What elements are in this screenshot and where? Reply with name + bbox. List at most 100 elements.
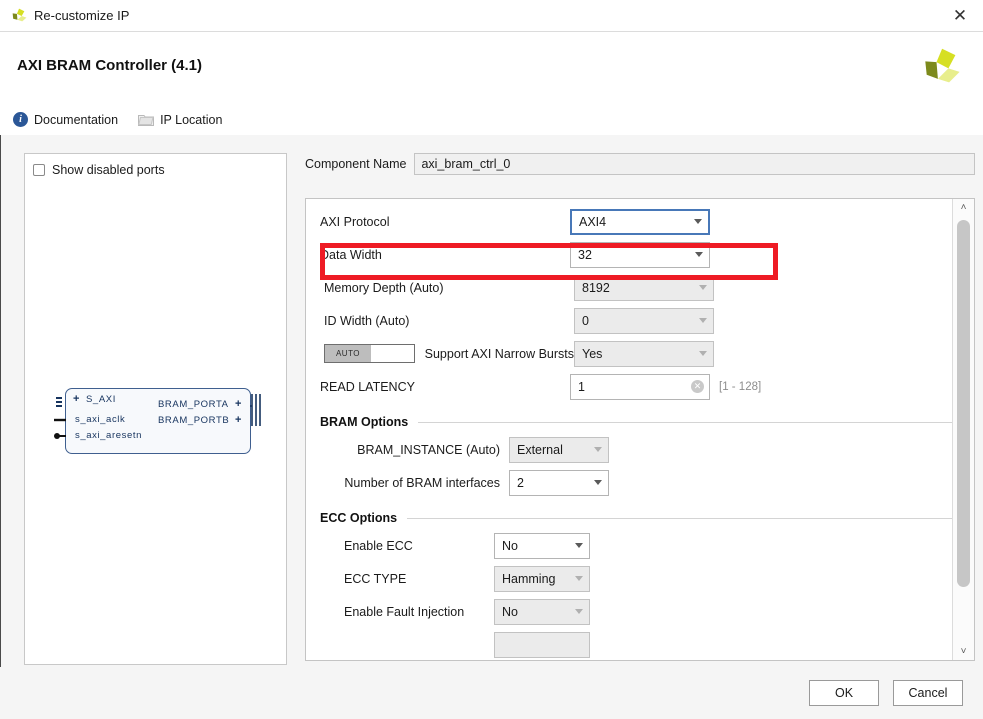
ip-symbol-panel: Show disabled ports + S_AXI s_axi_aclk s…: [24, 153, 287, 665]
field-row-data-width: Data Width 32: [320, 238, 952, 271]
chevron-down-icon: [694, 219, 702, 224]
ecc-type-select: Hamming: [494, 565, 590, 592]
chevron-down-icon: [699, 285, 707, 290]
narrow-bursts-label-group: AUTO Support AXI Narrow Bursts: [320, 344, 574, 363]
field-row-axi-protocol: AXI Protocol AXI4: [320, 205, 952, 238]
field-row-read-latency: READ LATENCY 1 ✕ [1 - 128]: [320, 370, 952, 403]
window-titlebar: Re-customize IP ✕: [0, 0, 983, 32]
s-axi-expand-icon[interactable]: +: [73, 393, 79, 405]
component-name-row: Component Name axi_bram_ctrl_0: [305, 153, 975, 175]
bram-interfaces-label: Number of BRAM interfaces: [344, 475, 500, 490]
data-width-select[interactable]: 32: [570, 241, 710, 268]
narrow-bursts-auto-toggle[interactable]: AUTO: [324, 344, 415, 363]
ecc-type-label: ECC TYPE: [344, 571, 407, 586]
parameters-list: AXI Protocol AXI4 Data Width 32 Memory D…: [306, 199, 952, 660]
port-label-s-axi-aresetn: s_axi_aresetn: [75, 430, 142, 441]
id-width-value: 0: [582, 313, 589, 328]
window-title: Re-customize IP: [34, 8, 130, 23]
narrow-bursts-label: Support AXI Narrow Bursts: [424, 346, 574, 361]
section-rule: [418, 421, 952, 423]
section-bram-options: BRAM Options: [320, 415, 952, 429]
narrow-bursts-value: Yes: [582, 346, 603, 361]
field-row-narrow-bursts: AUTO Support AXI Narrow Bursts Yes: [320, 337, 952, 370]
port-label-s-axi-aclk: s_axi_aclk: [75, 414, 126, 425]
chevron-down-icon: [575, 576, 583, 581]
field-row-ecc-type: ECC TYPE Hamming: [320, 562, 952, 595]
memory-depth-label: Memory Depth (Auto): [324, 280, 444, 295]
close-icon[interactable]: ✕: [937, 0, 983, 31]
bram-interfaces-value: 2: [517, 475, 524, 490]
port-label-bram-porta: BRAM_PORTA: [158, 399, 229, 410]
field-row-bram-instance: BRAM_INSTANCE (Auto) External: [320, 433, 952, 466]
ip-config-panel: Component Name axi_bram_ctrl_0 AXI Proto…: [305, 153, 975, 661]
show-disabled-ports-label: Show disabled ports: [52, 163, 165, 177]
id-width-select: 0: [574, 307, 714, 334]
show-disabled-ports-checkbox[interactable]: [33, 164, 45, 176]
documentation-label: Documentation: [34, 112, 119, 127]
ecc-type-value: Hamming: [502, 571, 556, 586]
auto-toggle-knob: [371, 345, 414, 362]
enable-ecc-value: No: [502, 538, 518, 553]
vertical-scrollbar[interactable]: ˄ ˅: [952, 199, 974, 660]
cancel-button[interactable]: Cancel: [893, 680, 963, 706]
auto-toggle-label: AUTO: [325, 345, 371, 362]
ok-button[interactable]: OK: [809, 680, 879, 706]
chevron-down-icon: [699, 318, 707, 323]
xilinx-logo-icon: [925, 48, 960, 83]
read-latency-label: READ LATENCY: [320, 379, 415, 394]
fault-injection-select: No: [494, 598, 590, 625]
ip-header: AXI BRAM Controller (4.1): [0, 32, 983, 104]
section-title-bram-options: BRAM Options: [320, 415, 409, 429]
ip-block-symbol: + S_AXI s_axi_aclk s_axi_aresetn BRAM_PO…: [53, 384, 265, 464]
bram-interfaces-select[interactable]: 2: [509, 469, 609, 496]
component-name-label: Component Name: [305, 157, 407, 171]
chevron-down-icon: [594, 480, 602, 485]
folder-icon: [138, 115, 155, 126]
section-rule: [407, 517, 952, 519]
axi-protocol-value: AXI4: [579, 214, 607, 229]
bram-instance-value: External: [517, 442, 563, 457]
data-width-label: Data Width: [320, 247, 382, 262]
section-ecc-options: ECC Options: [320, 511, 952, 525]
field-row-bram-interfaces: Number of BRAM interfaces 2: [320, 466, 952, 499]
field-row-memory-depth: Memory Depth (Auto) 8192: [320, 271, 952, 304]
narrow-bursts-select: Yes: [574, 340, 714, 367]
memory-depth-select: 8192: [574, 274, 714, 301]
chevron-down-icon: [575, 609, 583, 614]
show-disabled-ports-row[interactable]: Show disabled ports: [33, 163, 286, 177]
chevron-down-icon: [699, 351, 707, 356]
read-latency-range-hint: [1 - 128]: [719, 380, 762, 393]
fault-injection-value: No: [502, 604, 518, 619]
parameters-scroll-area: AXI Protocol AXI4 Data Width 32 Memory D…: [305, 198, 975, 661]
component-name-input[interactable]: axi_bram_ctrl_0: [414, 153, 975, 175]
enable-ecc-label: Enable ECC: [344, 538, 413, 553]
field-row-fault-injection: Enable Fault Injection No: [320, 595, 952, 628]
page-title: AXI BRAM Controller (4.1): [17, 57, 203, 74]
axi-protocol-select[interactable]: AXI4: [570, 208, 710, 235]
info-icon: i: [13, 112, 28, 127]
scrollbar-thumb[interactable]: [957, 220, 970, 588]
section-title-ecc-options: ECC Options: [320, 511, 398, 525]
bram-portb-expand-icon[interactable]: +: [235, 414, 241, 426]
panel-divider: [0, 135, 1, 667]
documentation-link[interactable]: i Documentation: [13, 112, 118, 127]
clipped-select: [494, 631, 590, 658]
chevron-down-icon: [594, 447, 602, 452]
clear-icon[interactable]: ✕: [691, 380, 704, 393]
read-latency-input[interactable]: 1 ✕: [570, 373, 710, 400]
toolbar: i Documentation IP Location: [0, 104, 983, 136]
scroll-down-button[interactable]: ˅: [953, 643, 974, 660]
enable-ecc-select[interactable]: No: [494, 532, 590, 559]
scroll-up-button[interactable]: ˄: [953, 199, 974, 216]
chevron-down-icon: [695, 252, 703, 257]
chevron-down-icon: [575, 543, 583, 548]
id-width-label: ID Width (Auto): [324, 313, 410, 328]
axi-protocol-label: AXI Protocol: [320, 214, 390, 229]
bram-instance-select: External: [509, 436, 609, 463]
ip-location-link[interactable]: IP Location: [138, 113, 222, 127]
data-width-value: 32: [578, 247, 592, 262]
scrollbar-track[interactable]: [957, 216, 970, 643]
ip-location-label: IP Location: [160, 112, 223, 127]
xilinx-logo-icon: [12, 8, 27, 22]
bram-porta-expand-icon[interactable]: +: [235, 398, 241, 410]
